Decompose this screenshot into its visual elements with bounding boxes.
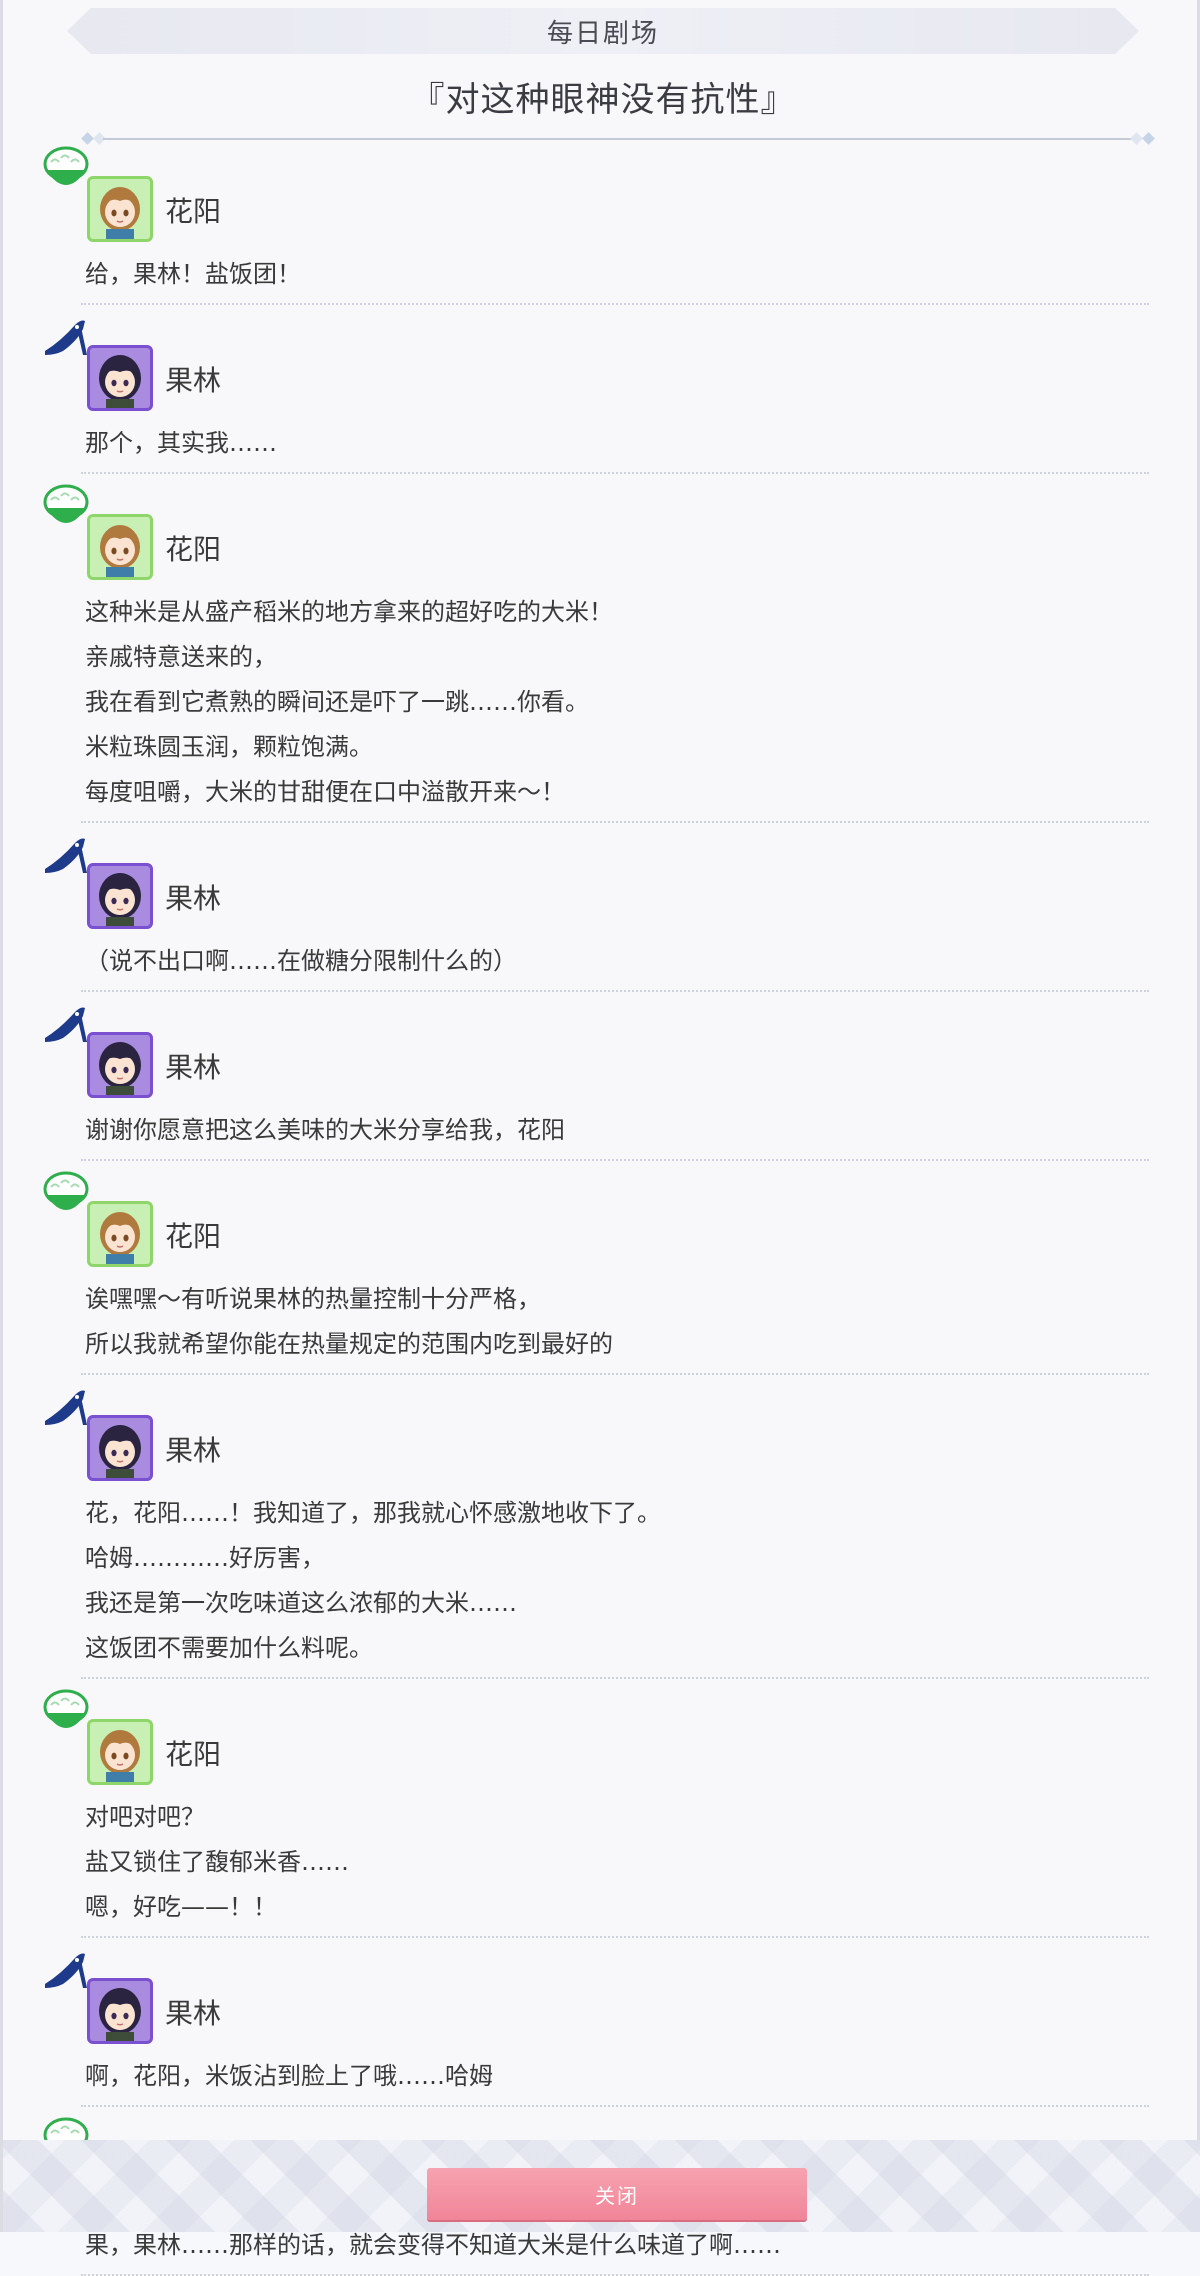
high-heel-icon [41,311,91,367]
entry-separator [81,1159,1149,1161]
dialogue-line: 这种米是从盛产稻米的地方拿来的超好吃的大米！ [85,598,613,626]
page-title: 每日剧场 [546,18,659,49]
dialogue-line: 所以我就希望你能在热量规定的范围内吃到最好的 [85,1330,613,1358]
entry-separator [81,1677,1149,1679]
dialogue-line: 米粒珠圆玉润，颗粒饱满。 [85,733,373,761]
dialogue-line: 盐又锁住了馥郁米香…… [85,1848,349,1876]
speaker-name: 花阳 [165,1738,222,1771]
entry-separator [81,2105,1149,2107]
rice-bowl-icon [41,142,91,198]
dialogue-line: 诶嘿嘿～有听说果林的热量控制十分严格， [85,1285,541,1313]
dialogue-line: （说不出口啊……在做糖分限制什么的） [85,947,517,975]
rice-bowl-icon [41,480,91,536]
dialogue-line: 我在看到它煮熟的瞬间还是吓了一跳……你看。 [85,688,589,716]
avatar [87,1978,153,2044]
high-heel-icon [41,1381,91,1437]
avatar [87,345,153,411]
dialogue-line: 亲戚特意送来的， [85,643,277,671]
speaker-name: 花阳 [165,195,222,228]
dialogue-line: 啊，花阳，米饭沾到脸上了哦……哈姆 [85,2062,493,2090]
high-heel-icon [41,998,91,1054]
close-button-label: 关闭 [595,2183,639,2208]
speaker-name: 果林 [165,1051,222,1084]
dialogue-line: 每度咀嚼，大米的甘甜便在口中溢散开来～！ [85,778,565,806]
header-banner: 每日剧场 [67,8,1139,54]
dialogue-line: 这饭团不需要加什么料呢。 [85,1634,373,1662]
dialogue-line: 那个，其实我…… [85,429,277,457]
entry-separator [81,990,1149,992]
dialogue-line: 对吧对吧？ [85,1803,205,1831]
speaker-name: 果林 [165,882,222,915]
speaker-name: 花阳 [165,533,222,566]
entry-separator [81,303,1149,305]
dialogue-line: 哈姆…………好厉害， [85,1544,325,1572]
speaker-name: 果林 [165,1434,222,1467]
rice-bowl-icon [41,1685,91,1741]
avatar [87,1201,153,1267]
entry-separator [81,472,1149,474]
episode-title: 『对这种眼神没有抗性』 [410,80,796,120]
avatar [87,1719,153,1785]
entry-separator [81,821,1149,823]
rice-bowl-icon [41,1167,91,1223]
dialogue-line: 谢谢你愿意把这么美味的大米分享给我，花阳 [85,1116,565,1144]
high-heel-icon [41,829,91,885]
dialogue-line: 我还是第一次吃味道这么浓郁的大米…… [85,1589,517,1617]
speaker-name: 果林 [165,364,222,397]
dialogue-line: 给，果林！盐饭团！ [85,260,301,288]
dialogue-list[interactable]: 花阳 给，果林！盐饭团！ 果林 那个，其实我…… 花阳 这种米是从盛产稻米的地方拿来的超好… [3,140,1200,2276]
avatar [87,863,153,929]
avatar [87,1032,153,1098]
avatar [87,514,153,580]
avatar [87,176,153,242]
speaker-name: 花阳 [165,1220,222,1253]
speaker-name: 果林 [165,1997,222,2030]
footer-bar: 关闭 [3,2140,1200,2232]
dialogue-line: 嗯，好吃——！！ [85,1893,277,1921]
entry-separator [81,1373,1149,1375]
close-button[interactable]: 关闭 [427,2168,807,2220]
high-heel-icon [41,1944,91,2000]
daily-theater-panel: 每日剧场 『对这种眼神没有抗性』 花阳 给，果林！盐饭团！ 果林 那个，其实我…… 花阳… [0,0,1200,2276]
dialogue-line: 花，花阳……！我知道了，那我就心怀感激地收下了。 [85,1499,661,1527]
avatar [87,1415,153,1481]
entry-separator [81,1936,1149,1938]
